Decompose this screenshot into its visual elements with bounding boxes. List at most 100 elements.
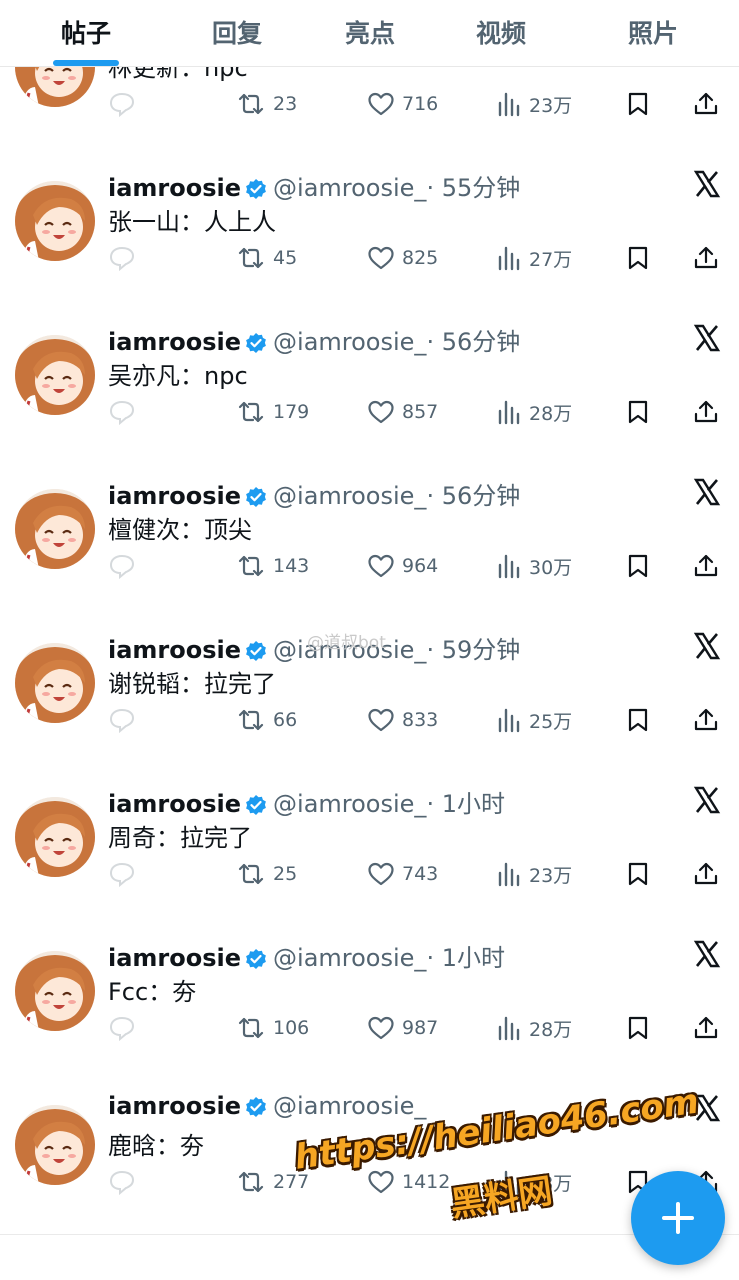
views-button[interactable]: 30万 (496, 546, 572, 586)
like-button[interactable]: 833 (367, 700, 438, 740)
repost-count: 23 (273, 93, 298, 115)
like-button[interactable]: 857 (367, 392, 438, 432)
reply-button[interactable] (108, 392, 136, 432)
tweet-time[interactable]: · 56分钟 (426, 482, 520, 510)
repost-count: 179 (273, 401, 310, 423)
tweet-card[interactable]: iamroosie @iamroosie_· 55分钟 张一山：人上人 45 825 27… (0, 156, 739, 311)
like-button[interactable]: 1412 (367, 1162, 450, 1202)
views-button[interactable]: 23万 (496, 84, 572, 124)
share-button[interactable] (693, 854, 719, 894)
like-count: 716 (402, 93, 439, 115)
reply-button[interactable] (108, 546, 136, 586)
tweet-time[interactable]: · 1小时 (426, 944, 505, 972)
tab-posts[interactable]: 帖子 (52, 14, 120, 50)
repost-button[interactable]: 23 (236, 84, 297, 124)
views-button[interactable]: 25万 (496, 700, 572, 740)
like-button[interactable]: 743 (367, 854, 438, 894)
author-name[interactable]: iamroosie (108, 482, 241, 510)
share-button[interactable] (693, 546, 719, 586)
tab-replies[interactable]: 回复 (203, 14, 271, 50)
like-button[interactable]: 716 (367, 84, 438, 124)
views-button[interactable]: 23万 (496, 854, 572, 894)
like-button[interactable]: 987 (367, 1008, 438, 1048)
like-button[interactable]: 964 (367, 546, 438, 586)
reply-button[interactable] (108, 854, 136, 894)
heart-icon (368, 92, 394, 116)
tweet-time[interactable]: · 56分钟 (426, 328, 520, 356)
like-button[interactable]: 825 (367, 238, 438, 278)
author-name[interactable]: iamroosie (108, 328, 241, 356)
tab-highlights[interactable]: 亮点 (336, 14, 404, 50)
views-button[interactable]: 28万 (496, 392, 572, 432)
share-button[interactable] (693, 238, 719, 278)
repost-button[interactable]: 45 (236, 238, 297, 278)
bookmark-button[interactable] (626, 392, 650, 432)
tweet-time[interactable]: · 59分钟 (426, 636, 520, 664)
bookmark-button[interactable] (626, 546, 650, 586)
author-name[interactable]: iamroosie (108, 1092, 241, 1120)
share-button[interactable] (693, 84, 719, 124)
author-handle[interactable]: @iamroosie_ (273, 174, 426, 202)
repost-icon (238, 709, 264, 731)
share-icon (694, 1016, 718, 1039)
author-handle[interactable]: @iamroosie_ (273, 944, 426, 972)
heart-icon (368, 1170, 394, 1194)
bookmark-button[interactable] (626, 84, 650, 124)
tab-photos[interactable]: 照片 (619, 14, 687, 50)
tab-videos[interactable]: 视频 (467, 14, 535, 50)
repost-button[interactable]: 106 (236, 1008, 309, 1048)
like-count: 833 (402, 709, 439, 731)
tweet-card[interactable]: iamroosie @iamroosie_· 1小时 周奇：拉完了 25 743 23万 (0, 772, 739, 927)
bookmark-button[interactable] (626, 238, 650, 278)
view-count: 25万 (529, 710, 573, 733)
heart-icon (368, 400, 394, 424)
author-name[interactable]: iamroosie (108, 944, 241, 972)
tweet-header: iamroosie @iamroosie_· 56分钟 (108, 476, 520, 510)
author-handle[interactable]: @iamroosie_ (273, 482, 426, 510)
share-button[interactable] (693, 1008, 719, 1048)
tweet-actions: 143 964 30万 (0, 546, 739, 586)
views-icon (498, 92, 520, 117)
repost-button[interactable]: 179 (236, 392, 309, 432)
author-handle[interactable]: @iamroosie_ (273, 1092, 426, 1120)
author-handle[interactable]: @iamroosie_ (273, 328, 426, 356)
reply-button[interactable] (108, 700, 136, 740)
repost-icon (238, 93, 264, 115)
tweet-time[interactable]: · 1小时 (426, 790, 505, 818)
share-button[interactable] (693, 700, 719, 740)
tweet-time[interactable]: · 55分钟 (426, 174, 520, 202)
reply-button[interactable] (108, 1162, 136, 1202)
tweet-card[interactable]: iamroosie @iamroosie_ 鹿晗：夯 277 1412 38万 (0, 1080, 739, 1235)
bookmark-button[interactable] (626, 1008, 650, 1048)
author-name[interactable]: iamroosie (108, 636, 241, 664)
bookmark-button[interactable] (626, 700, 650, 740)
repost-button[interactable]: 25 (236, 854, 297, 894)
tweet-card[interactable]: iamroosie @iamroosie_· 56分钟 檀健次：顶尖 143 964 30… (0, 464, 739, 619)
reply-button[interactable] (108, 84, 136, 124)
verified-badge-icon (245, 332, 267, 360)
bookmark-button[interactable] (626, 854, 650, 894)
compose-button[interactable] (631, 1171, 725, 1265)
x-logo-icon (693, 1094, 721, 1122)
author-handle[interactable]: @iamroosie_ (273, 790, 426, 818)
repost-button[interactable]: 66 (236, 700, 297, 740)
share-button[interactable] (693, 392, 719, 432)
views-button[interactable]: 27万 (496, 238, 572, 278)
tweet-card[interactable]: iamroosie @iamroosie_· 56分钟 吴亦凡：npc 179 857 2… (0, 310, 739, 465)
repost-button[interactable]: 143 (236, 546, 309, 586)
repost-icon (238, 247, 264, 269)
reply-button[interactable] (108, 1008, 136, 1048)
reply-icon (109, 1170, 135, 1195)
repost-button[interactable]: 277 (236, 1162, 309, 1202)
x-logo-icon (693, 324, 721, 352)
author-name[interactable]: iamroosie (108, 790, 241, 818)
views-button[interactable]: 28万 (496, 1008, 572, 1048)
view-count: 30万 (529, 556, 573, 579)
verified-badge-icon (245, 948, 267, 976)
heart-icon (368, 554, 394, 578)
views-icon (498, 1170, 520, 1195)
author-name[interactable]: iamroosie (108, 174, 241, 202)
reply-button[interactable] (108, 238, 136, 278)
views-button[interactable]: 38万 (496, 1162, 572, 1202)
tweet-card[interactable]: iamroosie @iamroosie_· 1小时 Fcc：夯 106 987 28万 (0, 926, 739, 1081)
